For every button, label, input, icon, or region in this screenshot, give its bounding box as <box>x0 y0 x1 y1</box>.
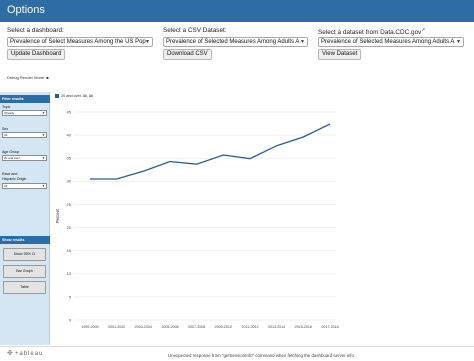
topic-select-value: Obesity <box>4 111 15 115</box>
y-tick-label: 10 <box>67 271 72 276</box>
y-tick-label: 0 <box>69 317 72 322</box>
topic-label: Topic <box>2 105 11 109</box>
x-tick-label: 2009-2010 <box>215 325 232 329</box>
legend-label: 20 and over, All, All <box>61 94 94 98</box>
race-select[interactable]: All ▼ <box>2 183 47 189</box>
age-group-select[interactable]: 20 and over ▼ <box>2 155 47 161</box>
x-tick-label: 2003-2004 <box>135 325 152 329</box>
options-header: Options <box>0 0 474 22</box>
x-tick-label: 2013-2014 <box>268 325 285 329</box>
tableau-brand-text: +ableau <box>14 351 44 357</box>
y-tick-label: 45 <box>67 109 72 114</box>
x-tick-label: 2001-2002 <box>108 325 125 329</box>
y-tick-label: 35 <box>67 156 72 161</box>
legend-swatch <box>55 94 59 98</box>
x-tick-label: 2015-2016 <box>295 325 312 329</box>
error-message: Unexpected response from "getSessionInfo… <box>168 353 354 358</box>
filter-sidebar: Filter results Topic Obesity ▼ Sex All ▼… <box>0 92 50 345</box>
chevron-down-icon: ▼ <box>300 39 305 45</box>
x-tick-label: 2007-2008 <box>188 325 205 329</box>
options-title: Options <box>7 4 45 16</box>
axis-labels: 0 5 10 15 20 25 30 35 40 45 1999-2000 2001-2002 2003… <box>67 109 339 329</box>
external-link-icon: ↗ <box>421 27 426 32</box>
dataset-select-label-wrap: Select a dataset from Data.CDC.gov↗ <box>318 27 425 36</box>
chevron-down-icon: ▼ <box>145 39 150 45</box>
dataset-select-label: Select a dataset from Data.CDC.gov <box>318 29 422 37</box>
chevron-down-icon: ▼ <box>42 156 45 160</box>
x-tick-label: 1999-2000 <box>81 325 98 329</box>
race-label-line2: Hispanic Origin <box>2 177 27 181</box>
y-tick-label: 30 <box>67 179 72 184</box>
chevron-down-icon: ▼ <box>42 111 45 115</box>
tableau-logo-icon: ✤ <box>7 350 13 357</box>
sex-select-value: All <box>4 133 8 137</box>
chart-panel: 20 and over, All, All 0 5 10 15 20 25 30 35 40 45… <box>52 92 340 345</box>
chevron-down-icon: ▼ <box>42 133 45 137</box>
series-line <box>90 123 331 180</box>
tableau-brand[interactable]: ✤ +ableau <box>7 349 43 357</box>
topic-select[interactable]: Obesity ▼ <box>2 110 47 116</box>
table-button[interactable]: Table <box>3 281 46 294</box>
csv-select-label: Select a CSV Dataset: <box>163 27 227 34</box>
x-tick-label: 2005-2006 <box>161 325 178 329</box>
csv-select[interactable]: Prevalence of Selected Measures Among Ad… <box>163 37 308 47</box>
filter-results-header: Filter results <box>0 95 50 103</box>
dataset-select[interactable]: Prevalence of Selected Measures Among Ad… <box>318 37 464 47</box>
show-95-ci-button[interactable]: Show 95% CI <box>3 248 46 261</box>
dashboard-select-label: Select a dashboard: <box>7 27 64 34</box>
dataset-select-value: Prevalence of Selected Measures Among Ad… <box>321 39 455 45</box>
bar-graph-button[interactable]: Bar Graph <box>3 265 46 278</box>
dashboard-select[interactable]: Prevalence of Select Measures Among the … <box>7 37 153 47</box>
update-dashboard-button[interactable]: Update Dashboard <box>7 49 66 60</box>
x-tick-label: 2011-2012 <box>242 325 259 329</box>
age-group-label: Age Group <box>2 150 20 154</box>
age-group-select-value: 20 and over <box>4 156 20 160</box>
debug-render-mode: Debug Render Mode: ■ <box>7 75 49 80</box>
chevron-down-icon: ▼ <box>456 39 461 45</box>
race-select-value: All <box>4 184 8 188</box>
chevron-down-icon: ▼ <box>42 184 45 188</box>
csv-select-value: Prevalence of Selected Measures Among Ad… <box>166 39 300 45</box>
dashboard-select-value: Prevalence of Select Measures Among the … <box>10 39 146 45</box>
y-axis-title: Percent <box>55 208 60 223</box>
line-chart: 0 5 10 15 20 25 30 35 40 45 1999-2000 2001-2002 2003… <box>55 109 339 329</box>
y-tick-label: 20 <box>67 225 72 230</box>
view-dataset-button[interactable]: View Dataset <box>318 49 362 60</box>
y-tick-label: 25 <box>67 202 72 207</box>
sex-select[interactable]: All ▼ <box>2 132 47 138</box>
grid-lines <box>74 111 336 321</box>
y-tick-label: 40 <box>67 133 72 138</box>
y-tick-label: 15 <box>67 248 72 253</box>
y-tick-label: 5 <box>69 294 72 299</box>
show-results-header: Show results <box>0 236 50 244</box>
race-label-line1: Race and <box>2 172 18 176</box>
download-csv-button[interactable]: Download CSV <box>163 49 212 60</box>
x-tick-label: 2017-2018 <box>321 325 338 329</box>
sex-label: Sex <box>2 127 9 131</box>
footer-divider <box>0 346 474 347</box>
chart-legend: 20 and over, All, All <box>55 94 93 98</box>
